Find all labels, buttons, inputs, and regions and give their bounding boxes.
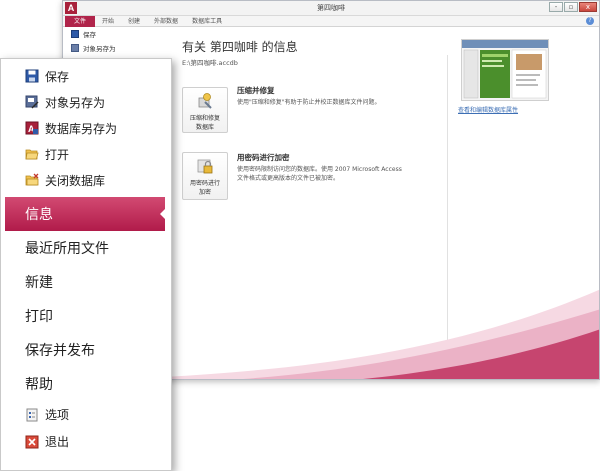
save-as-object-icon (71, 44, 79, 52)
options-icon (25, 408, 39, 422)
close-database-icon (25, 173, 39, 187)
backstage-item-label: 保存 (83, 31, 96, 39)
save-object-as-icon (25, 95, 39, 109)
database-path: E:\第四咖啡.accdb (182, 59, 238, 67)
file-menu-commands: 保存 对象另存为 A 数据库另存为 打开 关闭数据库 (1, 59, 171, 193)
window-controls: - ▫ x (549, 2, 597, 12)
menu-item-label: 退出 (45, 435, 70, 449)
menu-item-save-database-as[interactable]: A 数据库另存为 (1, 115, 171, 141)
menu-item-exit[interactable]: 退出 (1, 428, 171, 455)
compact-button-label-2: 数据库 (195, 124, 214, 131)
title-bar: A 第四咖啡 - ▫ x (63, 1, 599, 16)
save-database-as-icon: A (25, 121, 39, 135)
compact-title: 压缩并修复 (237, 86, 275, 95)
help-icon[interactable]: ? (586, 17, 594, 25)
exit-icon (25, 435, 39, 449)
backstage-item-label: 对象另存为 (83, 45, 116, 53)
menu-item-label: 数据库另存为 (45, 121, 118, 136)
tab-external-data[interactable]: 外部数据 (147, 16, 185, 27)
backstage-item-save[interactable]: 保存 (63, 27, 163, 41)
info-title: 有关 第四咖啡 的信息 (182, 40, 298, 54)
menu-item-save[interactable]: 保存 (1, 63, 171, 89)
close-button[interactable]: x (579, 2, 597, 12)
encrypt-title: 用密码进行加密 (237, 153, 290, 162)
tab-database-tools[interactable]: 数据库工具 (185, 16, 229, 27)
menu-item-label: 信息 (25, 207, 53, 223)
decorative-swoosh (163, 289, 599, 379)
save-icon (71, 30, 79, 38)
encrypt-description-2: 文件格式或更高版本的文件已被加密。 (237, 175, 340, 182)
tab-home[interactable]: 开始 (95, 16, 121, 27)
ribbon-tabs: 文件 开始 创建 外部数据 数据库工具 ? (63, 15, 599, 27)
menu-item-label: 对象另存为 (45, 95, 106, 110)
menu-item-label: 打开 (45, 147, 70, 162)
menu-item-recent[interactable]: 最近所用文件 (1, 231, 171, 265)
selection-pointer (160, 208, 166, 220)
file-menu: 保存 对象另存为 A 数据库另存为 打开 关闭数据库 信息 最近所用文件 新建 … (0, 58, 172, 471)
menu-item-save-object-as[interactable]: 对象另存为 (1, 89, 171, 115)
menu-item-close-database[interactable]: 关闭数据库 (1, 167, 171, 193)
tab-file[interactable]: 文件 (65, 15, 96, 27)
menu-item-print[interactable]: 打印 (1, 299, 171, 333)
database-thumbnail (461, 39, 549, 101)
encrypt-button-label-2: 加密 (198, 189, 211, 196)
menu-item-save-publish[interactable]: 保存并发布 (1, 333, 171, 367)
restore-button[interactable]: ▫ (564, 2, 578, 12)
menu-item-options[interactable]: 选项 (1, 401, 171, 428)
minimize-button[interactable]: - (549, 2, 563, 12)
encrypt-button-label-1: 用密码进行 (189, 180, 220, 187)
menu-item-info[interactable]: 信息 (5, 197, 166, 231)
encrypt-with-password-button[interactable]: 用密码进行 加密 (182, 152, 228, 200)
tab-create[interactable]: 创建 (121, 16, 147, 27)
lock-icon (196, 157, 214, 175)
compact-description: 使用"压缩和修复"有助于防止并校正数据库文件问题。 (237, 99, 381, 106)
menu-item-new[interactable]: 新建 (1, 265, 171, 299)
save-icon (25, 69, 39, 83)
menu-item-label: 选项 (45, 408, 70, 422)
compact-repair-icon (196, 92, 214, 110)
menu-item-label: 保存 (45, 69, 70, 84)
window-title: 第四咖啡 (317, 4, 345, 12)
view-edit-properties-link[interactable]: 查看和编辑数据库属性 (458, 105, 518, 114)
menu-item-help[interactable]: 帮助 (1, 367, 171, 401)
open-folder-icon (25, 147, 39, 161)
compact-button-label-1: 压缩和修复 (189, 115, 220, 122)
compact-repair-button[interactable]: 压缩和修复 数据库 (182, 87, 228, 133)
menu-item-open[interactable]: 打开 (1, 141, 171, 167)
encrypt-description-1: 使用密码限制访问您的数据库。使用 2007 Microsoft Access (237, 166, 402, 173)
backstage-item-save-object-as[interactable]: 对象另存为 (63, 41, 163, 55)
info-pane: 有关 第四咖啡 的信息 E:\第四咖啡.accdb 压缩和修复 数据库 压缩并修… (163, 27, 599, 379)
menu-item-label: 关闭数据库 (45, 173, 106, 188)
pane-divider (447, 55, 448, 379)
